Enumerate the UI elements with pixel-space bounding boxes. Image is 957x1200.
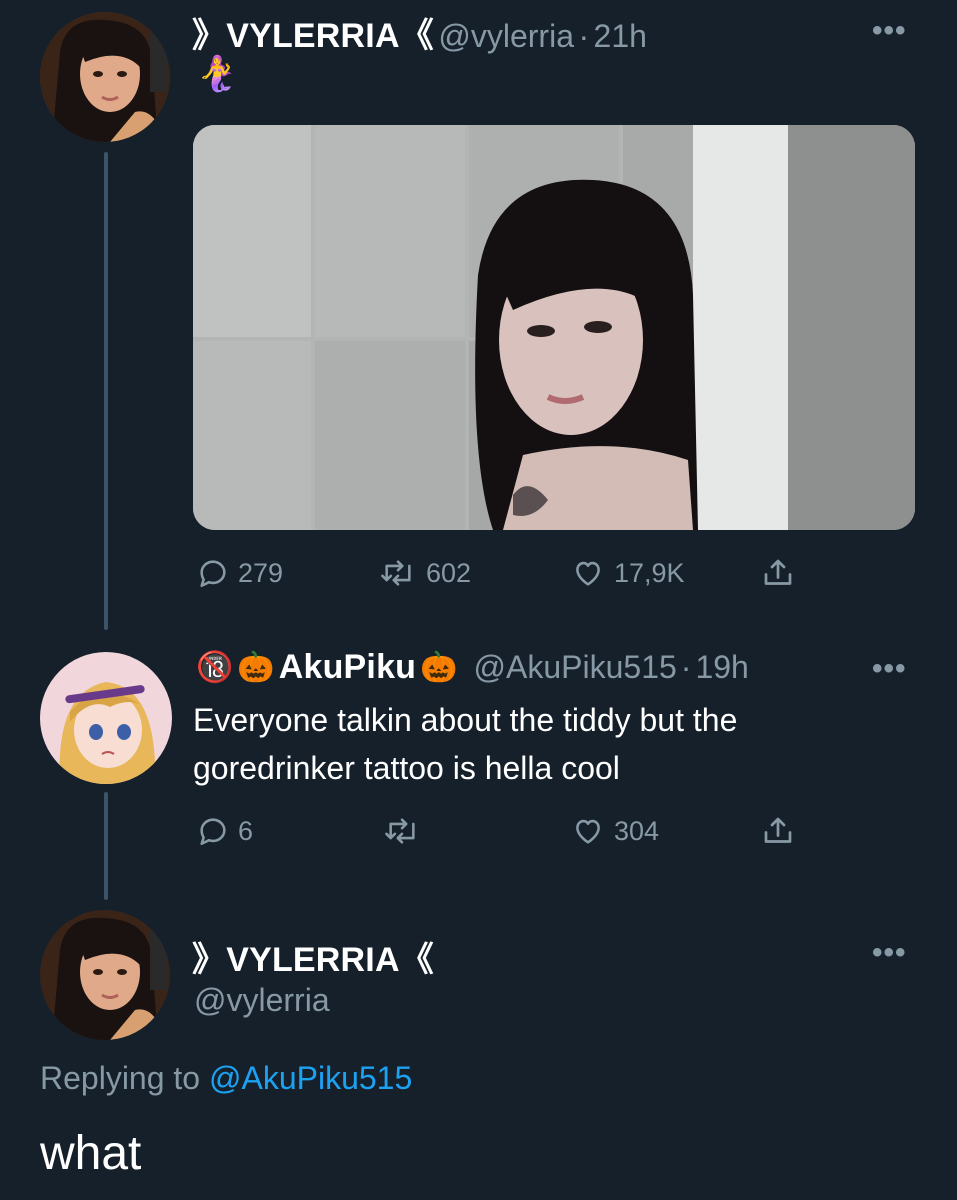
retweet-action[interactable] — [382, 814, 430, 848]
reply-icon — [200, 560, 226, 588]
avatar[interactable] — [40, 910, 170, 1040]
heart-icon — [576, 561, 600, 586]
display-name[interactable]: 》VYLERRIA《 — [192, 17, 434, 55]
share-action[interactable] — [760, 554, 796, 592]
retweet-count: 602 — [426, 557, 472, 588]
tweet-header: 🔞 🎃 AkuPiku 🎃 @AkuPiku515 · 19h — [196, 648, 749, 687]
adult-badge-icon: 🔞 — [196, 651, 234, 684]
share-icon — [764, 559, 792, 585]
more-options-icon[interactable]: ••• — [872, 652, 907, 686]
reply-count: 279 — [238, 557, 284, 588]
avatar[interactable] — [40, 652, 172, 784]
thread-line — [104, 792, 108, 900]
thread-line — [104, 152, 108, 630]
display-name[interactable]: 》VYLERRIA《 — [192, 932, 434, 981]
reply-action[interactable]: 6 — [196, 814, 253, 848]
like-count: 17,9K — [614, 557, 685, 588]
tweet-text: what — [40, 1127, 142, 1180]
bio-emoji: 🧜‍♀️ — [196, 55, 239, 93]
retweet-action[interactable]: 602 — [378, 556, 471, 590]
separator: · — [680, 649, 692, 685]
user-handle[interactable]: @vylerria — [438, 18, 574, 54]
like-action[interactable]: 17,9K — [570, 556, 685, 590]
tweet-text-line: goredrinker tattoo is hella cool — [193, 750, 620, 786]
display-name[interactable]: AkuPiku — [279, 648, 416, 687]
user-handle[interactable]: @AkuPiku515 — [474, 649, 677, 686]
timestamp[interactable]: 21h — [594, 18, 647, 54]
heart-icon — [576, 819, 600, 844]
reply-count: 6 — [238, 815, 254, 846]
timestamp[interactable]: 19h — [695, 649, 748, 686]
more-options-icon[interactable]: ••• — [872, 936, 907, 970]
retweet-icon — [385, 818, 415, 844]
user-handle[interactable]: @vylerria — [194, 982, 330, 1019]
reply-icon — [200, 818, 226, 846]
replying-label: Replying to — [40, 1060, 201, 1096]
replying-to: Replying to @AkuPiku515 — [40, 1060, 412, 1097]
tweet-text-line: Everyone talkin about the tiddy but the — [193, 702, 738, 738]
tweet-text: Everyone talkin about the tiddy but the … — [193, 696, 913, 792]
separator: · — [578, 18, 590, 54]
share-action[interactable] — [760, 812, 796, 850]
avatar[interactable] — [40, 12, 170, 142]
pumpkin-icon: 🎃 — [420, 651, 458, 684]
tweet-photo[interactable] — [193, 125, 915, 530]
tweet-header: 》VYLERRIA《 @vylerria · 21h — [192, 8, 647, 57]
like-action[interactable]: 304 — [570, 814, 659, 848]
more-options-icon[interactable]: ••• — [872, 14, 907, 48]
share-icon — [764, 817, 792, 843]
like-count: 304 — [614, 815, 660, 846]
replying-handle-link[interactable]: @AkuPiku515 — [209, 1060, 412, 1096]
pumpkin-icon: 🎃 — [237, 651, 275, 684]
reply-action[interactable]: 279 — [196, 556, 283, 590]
retweet-icon — [381, 560, 411, 586]
